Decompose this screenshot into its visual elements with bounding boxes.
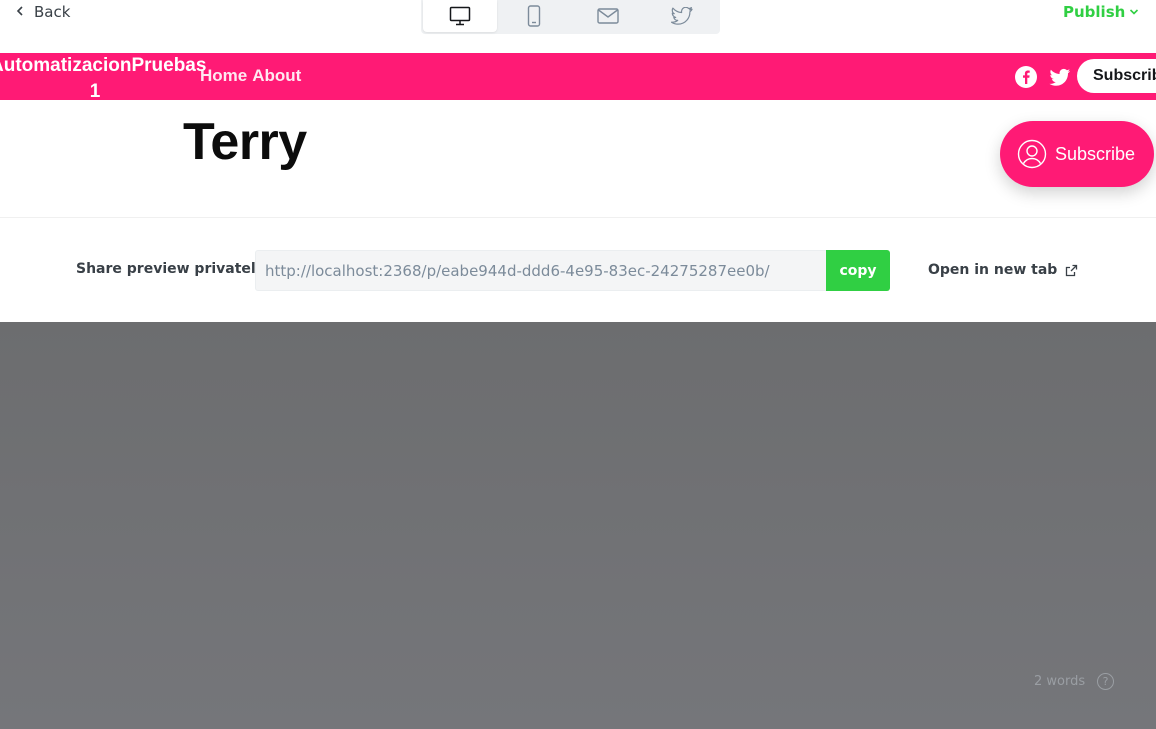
- back-label: Back: [34, 3, 71, 21]
- facebook-icon[interactable]: [1015, 66, 1037, 88]
- open-in-new-tab-link[interactable]: Open in new tab: [928, 262, 1078, 278]
- post-preview: Terry Subscribe: [0, 100, 1156, 218]
- twitter-preview-button[interactable]: [645, 0, 719, 32]
- publish-label: Publish: [1063, 3, 1126, 21]
- post-title: Terry: [183, 113, 307, 171]
- nav-subscribe-button[interactable]: Subscribe: [1077, 59, 1156, 93]
- mobile-icon: [527, 5, 541, 27]
- help-icon[interactable]: ?: [1097, 673, 1114, 690]
- email-icon: [597, 8, 619, 24]
- device-switcher: [421, 0, 720, 34]
- nav-link-home[interactable]: Home: [200, 66, 247, 86]
- mobile-preview-button[interactable]: [497, 0, 571, 32]
- chevron-down-icon: [1130, 9, 1139, 15]
- twitter-icon: [671, 6, 693, 25]
- site-nav-links: Home About: [200, 66, 301, 86]
- back-button[interactable]: Back: [16, 3, 70, 21]
- site-title[interactable]: AutomatizacionPruebas 1: [0, 53, 206, 100]
- copy-button[interactable]: copy: [826, 250, 890, 291]
- editor-backdrop: 2 words ?: [0, 322, 1156, 729]
- floating-subscribe-button[interactable]: Subscribe: [1000, 121, 1154, 187]
- share-preview-bar: Share preview privately copy Open in new…: [0, 218, 1156, 322]
- desktop-preview-button[interactable]: [423, 0, 497, 32]
- desktop-icon: [449, 6, 471, 26]
- floating-subscribe-label: Subscribe: [1055, 143, 1136, 164]
- nav-link-about[interactable]: About: [252, 66, 301, 86]
- publish-dropdown[interactable]: Publish: [1063, 3, 1139, 21]
- word-count: 2 words: [1034, 674, 1086, 689]
- site-header: AutomatizacionPruebas 1 Home About Subsc…: [0, 53, 1156, 100]
- share-preview-label: Share preview privately: [76, 261, 265, 277]
- open-in-new-tab-label: Open in new tab: [928, 262, 1058, 278]
- share-url-input[interactable]: [255, 250, 827, 291]
- user-circle-icon: [1017, 139, 1047, 169]
- chevron-left-icon: [16, 4, 24, 20]
- preview-toolbar: Back Publish: [0, 0, 1156, 53]
- twitter-icon[interactable]: [1049, 67, 1071, 89]
- external-link-icon: [1066, 264, 1078, 276]
- email-preview-button[interactable]: [571, 0, 645, 32]
